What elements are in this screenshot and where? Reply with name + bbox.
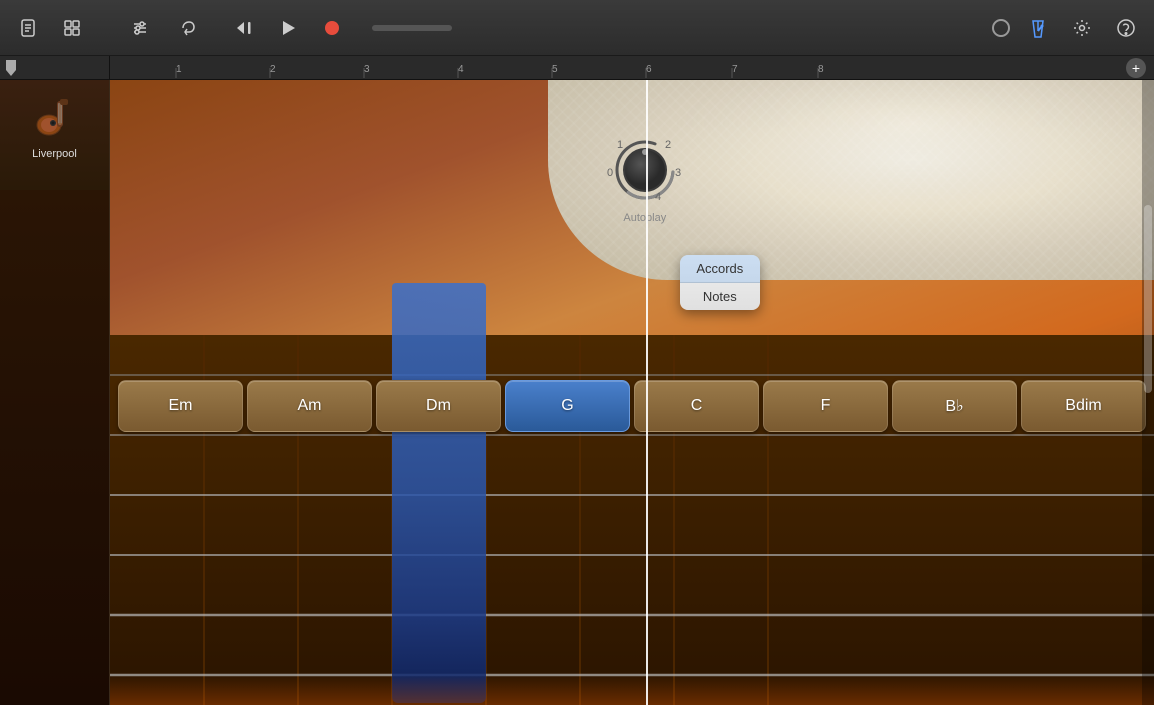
main-content: Liverpool xyxy=(0,80,1154,705)
chord-g-button[interactable]: G xyxy=(505,380,630,432)
track-panel-body xyxy=(0,190,109,705)
svg-text:3: 3 xyxy=(675,167,681,179)
chord-f-button[interactable]: F xyxy=(763,380,888,432)
ruler-row: 1 2 3 4 5 6 7 8 + xyxy=(0,56,1154,80)
chord-notes-dropdown: Accords Notes xyxy=(680,255,760,310)
chord-dm-button[interactable]: Dm xyxy=(376,380,501,432)
rewind-button[interactable] xyxy=(228,12,260,44)
track-header[interactable]: Liverpool xyxy=(0,80,109,190)
app-container: 1 2 3 4 5 6 7 8 + xyxy=(0,0,1154,705)
chord-em-button[interactable]: Em xyxy=(118,380,243,432)
chord-bdim-button[interactable]: Bdim xyxy=(1021,380,1146,432)
toolbar xyxy=(0,0,1154,56)
metronome-button[interactable] xyxy=(1022,12,1054,44)
track-panel: Liverpool xyxy=(0,80,110,705)
arrangement-bg: Em Am Dm G C F B♭ Bdim xyxy=(110,80,1154,705)
active-chord-indicator xyxy=(392,283,486,703)
timeline-area: Em Am Dm G C F B♭ Bdim xyxy=(110,80,1154,705)
chord-bb-button[interactable]: B♭ xyxy=(892,380,1017,432)
track-icon-container xyxy=(30,92,80,142)
knob-container[interactable]: 1 2 3 4 0 xyxy=(600,120,690,210)
track-name: Liverpool xyxy=(32,148,77,160)
ruler-cursor xyxy=(6,60,20,76)
dropdown-accords[interactable]: Accords xyxy=(680,255,760,283)
toolbar-left xyxy=(12,12,88,44)
ruler-marks: 1 2 3 4 5 6 7 8 + xyxy=(110,56,1154,80)
level-bar[interactable] xyxy=(372,25,452,31)
record-button[interactable] xyxy=(316,12,348,44)
bottom-glow xyxy=(110,675,1154,705)
bass-guitar-icon xyxy=(31,93,79,141)
grid-view-button[interactable] xyxy=(56,12,88,44)
toolbar-right xyxy=(992,12,1142,44)
help-button[interactable] xyxy=(1110,12,1142,44)
svg-text:1: 1 xyxy=(617,139,623,151)
mixer-button[interactable] xyxy=(124,12,156,44)
circle-button[interactable] xyxy=(992,19,1010,37)
chord-am-button[interactable]: Am xyxy=(247,380,372,432)
scroll-thumb[interactable] xyxy=(1144,205,1152,393)
undo-button[interactable] xyxy=(172,12,204,44)
chord-buttons-row: Em Am Dm G C F B♭ Bdim xyxy=(110,380,1154,432)
chord-c-button[interactable]: C xyxy=(634,380,759,432)
autoplay-knob[interactable]: 1 2 3 4 0 xyxy=(600,120,690,210)
svg-text:2: 2 xyxy=(665,139,671,151)
settings-button[interactable] xyxy=(1066,12,1098,44)
right-scrollbar[interactable] xyxy=(1142,80,1154,705)
autoplay-panel: 1 2 3 4 0 Autoplay xyxy=(580,120,710,240)
svg-text:4: 4 xyxy=(655,191,661,203)
autoplay-label: Autoplay xyxy=(623,212,666,224)
ruler-track-area xyxy=(0,56,110,80)
dropdown-notes[interactable]: Notes xyxy=(680,283,760,310)
document-button[interactable] xyxy=(12,12,44,44)
play-button[interactable] xyxy=(272,12,304,44)
svg-text:0: 0 xyxy=(607,167,613,179)
